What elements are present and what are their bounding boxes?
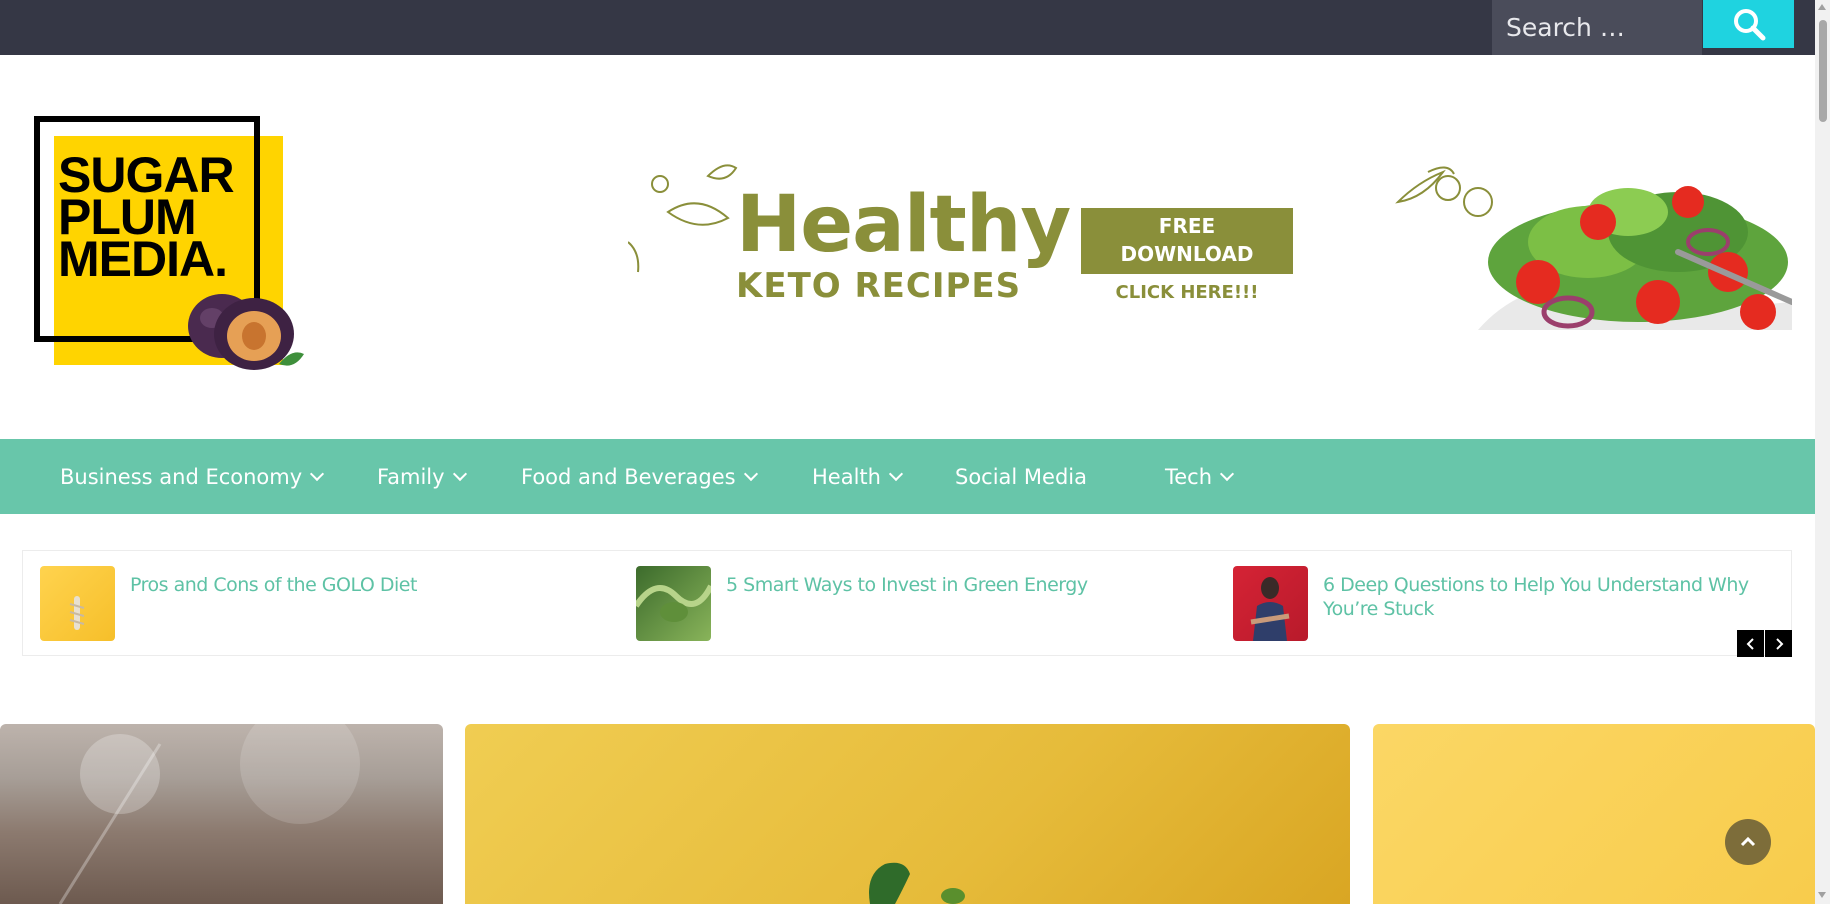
ticker-thumbnail[interactable]	[40, 566, 115, 641]
scrollbar-thumb[interactable]	[1819, 20, 1827, 122]
post-image	[869, 862, 965, 904]
chevron-down-icon	[310, 466, 325, 481]
banner-click-here[interactable]: CLICK HERE!!!	[1081, 282, 1293, 303]
logo-line-3: MEDIA.	[58, 231, 228, 287]
top-bar	[0, 0, 1815, 55]
search-form	[1492, 0, 1794, 55]
chevron-down-icon	[1219, 466, 1235, 481]
search-input[interactable]	[1492, 0, 1702, 55]
nav-item-business-and-economy[interactable]: Business and Economy	[60, 439, 325, 514]
ticker-prev-button[interactable]	[1737, 630, 1764, 657]
logo-text: SUGAR PLUM MEDIA.	[58, 150, 235, 287]
thumbnail-image	[636, 584, 711, 622]
thumbnail-image	[69, 596, 85, 630]
plum-icon	[188, 294, 304, 370]
cta-line-2: DOWNLOAD	[1120, 242, 1254, 266]
post-image	[58, 724, 360, 904]
nav-item-label: Social Media	[955, 464, 1088, 489]
nav-item-tech[interactable]: Tech	[1165, 439, 1235, 514]
cta-line-1: FREE	[1158, 214, 1216, 238]
keto-recipes-banner[interactable]: Healthy KETO RECIPES FREE DOWNLOAD CLICK…	[628, 162, 1792, 330]
ticker-next-button[interactable]	[1765, 630, 1792, 657]
ticker-title[interactable]: 5 Smart Ways to Invest in Green Energy	[726, 573, 1088, 597]
ticker-thumbnail[interactable]	[1233, 566, 1308, 641]
ticker-title[interactable]: Pros and Cons of the GOLO Diet	[130, 573, 417, 597]
scroll-down-arrow-icon[interactable]	[1818, 892, 1826, 898]
banner-download-button[interactable]: FREE DOWNLOAD	[1081, 208, 1293, 274]
chevron-down-icon	[452, 466, 467, 481]
search-icon	[1733, 9, 1765, 41]
chevron-down-icon	[888, 466, 904, 481]
ticker-title[interactable]: 6 Deep Questions to Help You Understand …	[1323, 573, 1753, 621]
featured-post-card[interactable]	[0, 724, 443, 904]
scroll-to-top-button[interactable]	[1725, 819, 1771, 865]
featured-post-card[interactable]	[1373, 724, 1815, 904]
chevron-right-icon	[1775, 637, 1783, 650]
nav-item-label: Tech	[1165, 464, 1213, 489]
ticker-thumbnail[interactable]	[636, 566, 711, 641]
nav-item-label: Family	[377, 464, 445, 489]
nav-item-label: Health	[812, 464, 881, 489]
nav-item-label: Business and Economy	[60, 464, 303, 489]
nav-item-family[interactable]: Family	[377, 439, 467, 514]
page-scrollbar[interactable]	[1815, 0, 1830, 904]
search-button[interactable]	[1703, 0, 1794, 48]
salad-icon	[1395, 166, 1792, 330]
chevron-up-icon	[1740, 836, 1756, 847]
news-ticker: Pros and Cons of the GOLO Diet 5 Smart W…	[22, 550, 1792, 657]
nav-item-health[interactable]: Health	[812, 439, 904, 514]
chevron-left-icon	[1746, 637, 1754, 650]
scroll-up-arrow-icon[interactable]	[1818, 4, 1826, 10]
main-navigation: Business and Economy Family Food and Bev…	[0, 439, 1815, 514]
banner-title: Healthy	[736, 180, 1071, 270]
nav-item-label: Food and Beverages	[521, 464, 736, 489]
site-logo[interactable]: SUGAR PLUM MEDIA.	[34, 116, 308, 376]
featured-post-card[interactable]	[465, 724, 1350, 904]
ticker-controls	[1737, 630, 1792, 657]
nav-item-food-and-beverages[interactable]: Food and Beverages	[521, 439, 758, 514]
chevron-down-icon	[743, 466, 758, 481]
banner-subtitle: KETO RECIPES	[736, 266, 1022, 306]
nav-item-social-media[interactable]: Social Media	[955, 439, 1087, 514]
thumbnail-image	[1250, 577, 1290, 641]
